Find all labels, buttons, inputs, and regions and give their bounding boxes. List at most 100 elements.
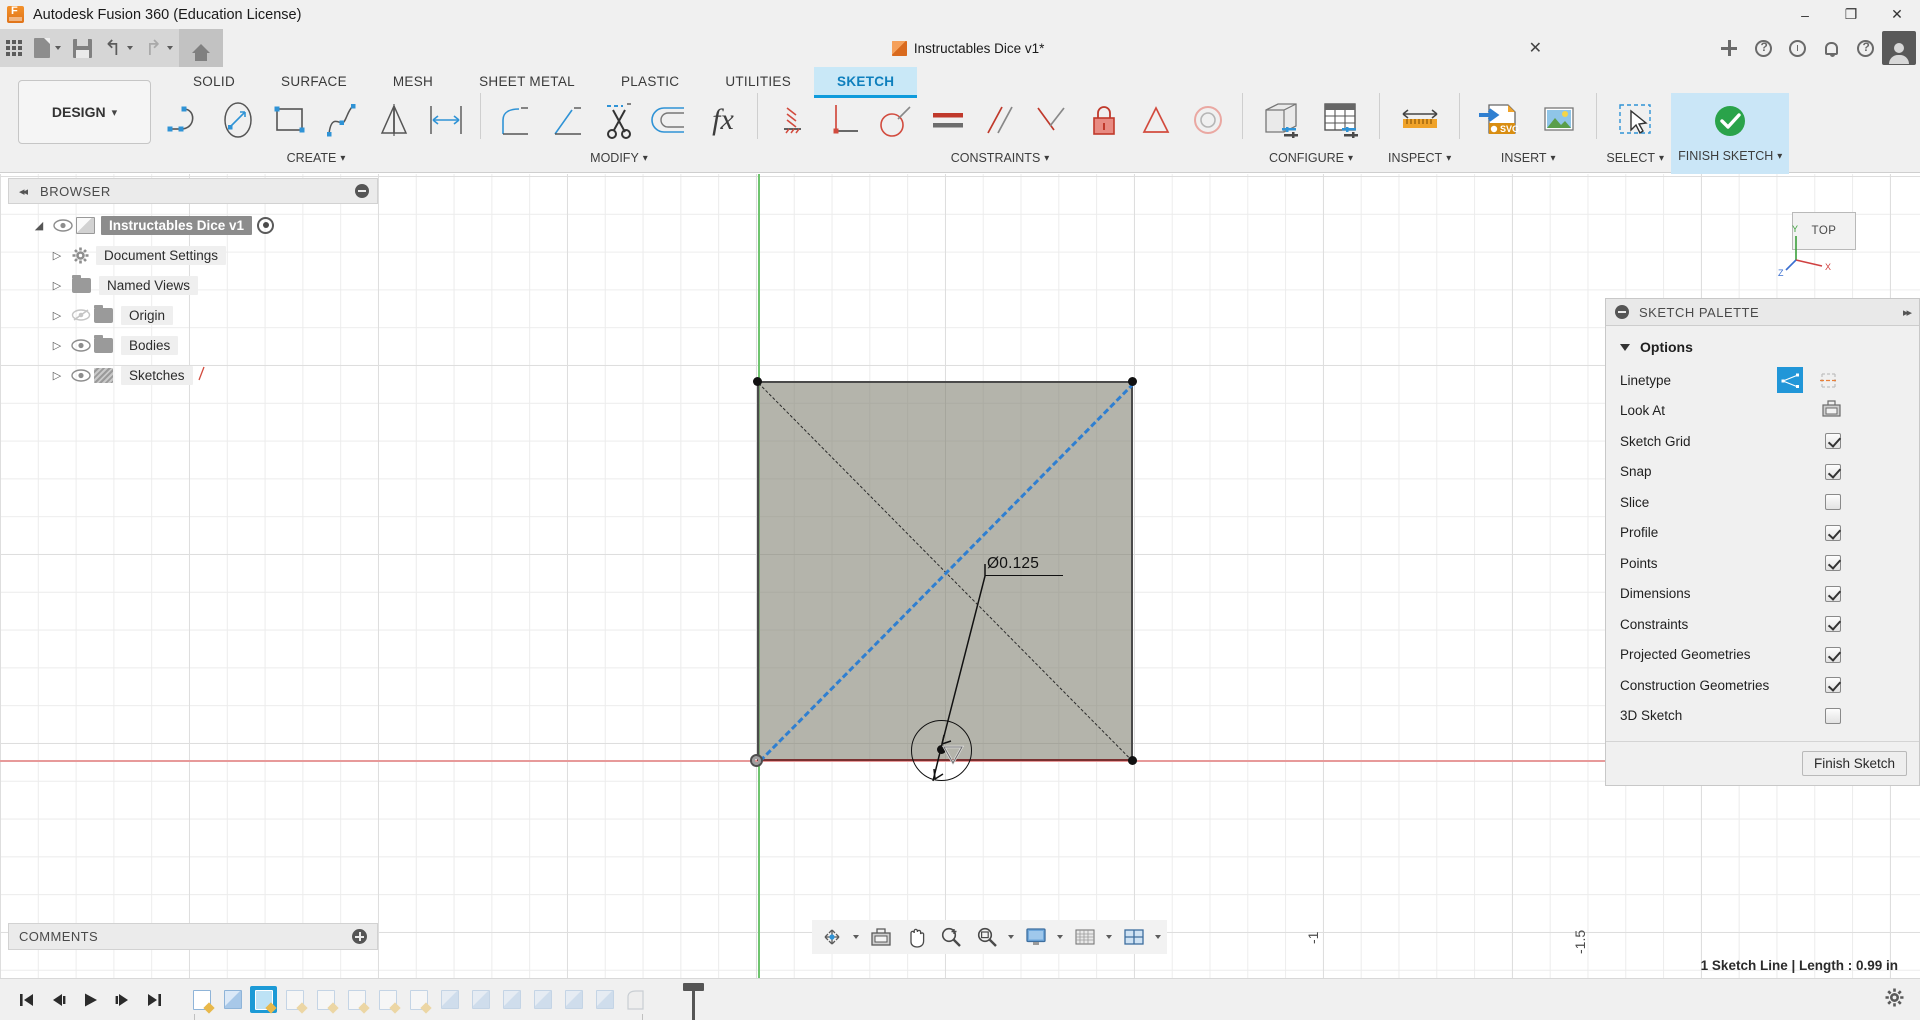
equal-icon[interactable] <box>922 95 974 145</box>
timeline-end-marker[interactable] <box>683 983 704 1020</box>
step-back-icon[interactable] <box>44 986 72 1014</box>
twisty-collapsed-icon-2[interactable]: ▷ <box>46 279 68 292</box>
help-icon[interactable] <box>1746 29 1780 67</box>
viewports-caret-icon[interactable] <box>1155 935 1161 939</box>
slice-checkbox[interactable] <box>1825 494 1841 511</box>
timeline-item-sketch-1[interactable] <box>188 986 215 1013</box>
timeline-item-fillet[interactable] <box>622 986 649 1013</box>
document-tab[interactable]: Instructables Dice v1* <box>891 40 1044 56</box>
new-document-icon[interactable] <box>28 29 67 67</box>
profile-checkbox[interactable] <box>1825 524 1841 541</box>
measure-icon[interactable] <box>1390 95 1450 145</box>
visibility-eye-off-icon[interactable] <box>68 308 94 322</box>
tab-plastic[interactable]: PLASTIC <box>598 67 702 95</box>
tree-row-origin[interactable]: ▷ Origin <box>8 300 378 330</box>
display-settings-icon[interactable] <box>1022 922 1050 952</box>
linetype-construction-button[interactable] <box>1815 367 1841 393</box>
timeline-item-body-7[interactable] <box>591 986 618 1013</box>
tree-label-instructables-dice[interactable]: Instructables Dice v1 <box>101 215 253 235</box>
visibility-eye-icon[interactable] <box>50 218 76 232</box>
notifications-icon[interactable] <box>1814 29 1848 67</box>
construction-geometries-checkbox[interactable] <box>1825 677 1841 694</box>
corner-point-top-left[interactable] <box>753 377 762 386</box>
fix-unfix-icon[interactable] <box>766 95 818 145</box>
diameter-dimension-text[interactable]: Ø0.125 <box>987 555 1039 573</box>
timeline-item-body-6[interactable] <box>560 986 587 1013</box>
grid-snaps-caret-icon[interactable] <box>1106 935 1112 939</box>
tab-utilities[interactable]: UTILITIES <box>702 67 814 95</box>
line-tool-icon[interactable] <box>160 95 212 145</box>
break-tool-icon[interactable] <box>593 95 645 145</box>
twisty-collapsed-icon-3[interactable]: ▷ <box>46 309 68 322</box>
twisty-collapsed-icon-4[interactable]: ▷ <box>46 339 68 352</box>
parallel-icon[interactable] <box>974 95 1026 145</box>
tree-label-named-views[interactable]: Named Views <box>99 275 199 295</box>
tree-row-bodies[interactable]: ▷ Bodies <box>8 330 378 360</box>
snap-checkbox[interactable] <box>1825 463 1841 480</box>
finish-sketch-button[interactable]: Finish Sketch <box>1801 751 1907 776</box>
timeline-item-sketch-2-active[interactable] <box>250 986 277 1013</box>
finish-sketch-check-icon[interactable] <box>1712 103 1748 144</box>
view-cube[interactable]: TOP Y X Z <box>1778 194 1872 278</box>
pan-hand-icon[interactable] <box>903 922 929 952</box>
tree-label-bodies[interactable]: Bodies <box>121 335 179 355</box>
origin-point[interactable] <box>750 754 763 767</box>
rectangle-tool-icon[interactable] <box>264 95 316 145</box>
tree-row-sketches[interactable]: ▷ Sketches <box>8 360 378 390</box>
step-forward-icon[interactable] <box>108 986 136 1014</box>
tree-label-document-settings[interactable]: Document Settings <box>96 245 227 265</box>
home-icon[interactable] <box>179 29 224 67</box>
points-checkbox[interactable] <box>1825 555 1841 572</box>
workspace-selector[interactable]: DESIGN ▾ <box>18 80 151 144</box>
palette-collapse-icon[interactable] <box>1615 305 1629 319</box>
timeline-item-body-1[interactable] <box>219 986 246 1013</box>
add-icon[interactable] <box>1712 29 1746 67</box>
zoom-in-icon[interactable] <box>937 922 965 952</box>
sketch-edge-top[interactable] <box>757 381 1134 384</box>
app-grid-icon[interactable] <box>0 29 28 67</box>
timeline-item-sketch-4[interactable] <box>312 986 339 1013</box>
timeline-item-sketch-5[interactable] <box>343 986 370 1013</box>
3d-sketch-checkbox[interactable] <box>1825 707 1841 724</box>
undo-arrow-icon[interactable]: ↰ <box>98 29 139 67</box>
timeline-item-sketch-7[interactable] <box>405 986 432 1013</box>
perpendicular-icon[interactable] <box>818 95 870 145</box>
circle-tool-icon[interactable] <box>212 95 264 145</box>
symmetry-icon[interactable] <box>1130 95 1182 145</box>
corner-point-top-right[interactable] <box>1128 377 1137 386</box>
fillet-tool-icon[interactable] <box>489 95 541 145</box>
help-question-icon[interactable] <box>1848 29 1882 67</box>
visibility-eye-icon-bodies[interactable] <box>68 338 94 352</box>
recent-icon[interactable] <box>1780 29 1814 67</box>
redo-arrow-icon[interactable]: ↱ <box>139 29 180 67</box>
twisty-collapsed-icon[interactable]: ▷ <box>46 249 68 262</box>
tree-label-origin[interactable]: Origin <box>121 305 174 325</box>
save-icon[interactable] <box>67 29 98 67</box>
play-icon[interactable] <box>76 986 104 1014</box>
timeline-item-body-4[interactable] <box>498 986 525 1013</box>
lock-icon[interactable] <box>1078 95 1130 145</box>
orbit-caret-icon[interactable] <box>853 935 859 939</box>
tree-row-named-views[interactable]: ▷ Named Views <box>8 270 378 300</box>
twisty-collapsed-icon-5[interactable]: ▷ <box>46 369 68 382</box>
spline-tool-icon[interactable] <box>316 95 368 145</box>
palette-expand-arrow-icon[interactable]: ▸▸ <box>1903 306 1912 319</box>
timeline-item-sketch-6[interactable] <box>374 986 401 1013</box>
sketch-dimension-icon[interactable] <box>420 95 472 145</box>
user-avatar[interactable] <box>1882 29 1916 67</box>
section-collapse-caret-icon[interactable] <box>1620 343 1630 351</box>
dimensions-checkbox[interactable] <box>1825 585 1841 602</box>
insert-image-icon[interactable] <box>1528 95 1588 145</box>
select-cursor-icon[interactable] <box>1605 95 1665 145</box>
constraints-checkbox[interactable] <box>1825 616 1841 633</box>
tab-mesh[interactable]: MESH <box>370 67 456 95</box>
timeline-item-body-5[interactable] <box>529 986 556 1013</box>
sketch-grid-checkbox[interactable] <box>1825 433 1841 450</box>
projected-geometries-checkbox[interactable] <box>1825 646 1841 663</box>
trim-tool-icon[interactable] <box>541 95 593 145</box>
close-document-button[interactable]: ✕ <box>1529 38 1542 58</box>
mirror-tool-icon[interactable] <box>368 95 420 145</box>
twisty-expanded-icon[interactable]: ◢ <box>28 219 50 232</box>
timeline-item-sketch-3[interactable] <box>281 986 308 1013</box>
midpoint-icon[interactable] <box>1026 95 1078 145</box>
